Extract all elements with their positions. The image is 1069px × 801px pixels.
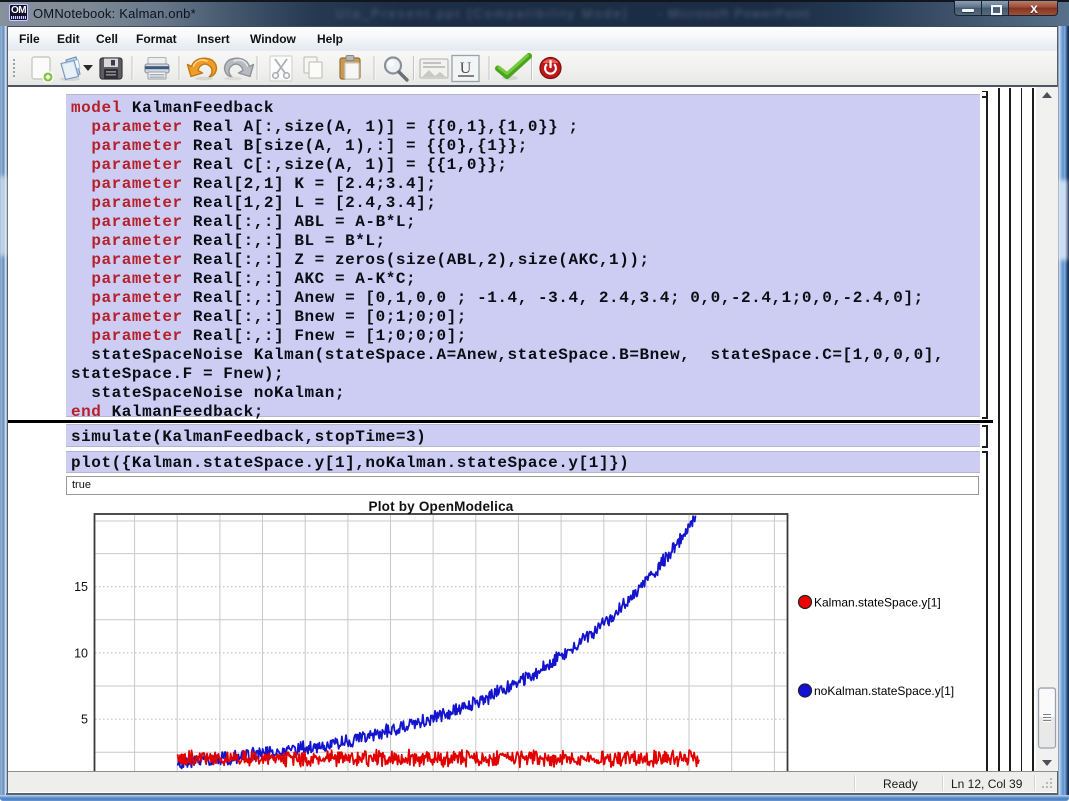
svg-text:5: 5 bbox=[81, 713, 88, 727]
svg-text:noKalman.stateSpace.y[1]: noKalman.stateSpace.y[1] bbox=[814, 684, 954, 698]
svg-text:U: U bbox=[460, 60, 472, 77]
svg-text:10: 10 bbox=[74, 646, 88, 660]
svg-text:15: 15 bbox=[74, 580, 88, 594]
svg-text:Kalman.stateSpace.y[1]: Kalman.stateSpace.y[1] bbox=[814, 596, 941, 610]
svg-text:Plot by OpenModelica: Plot by OpenModelica bbox=[368, 499, 513, 514]
